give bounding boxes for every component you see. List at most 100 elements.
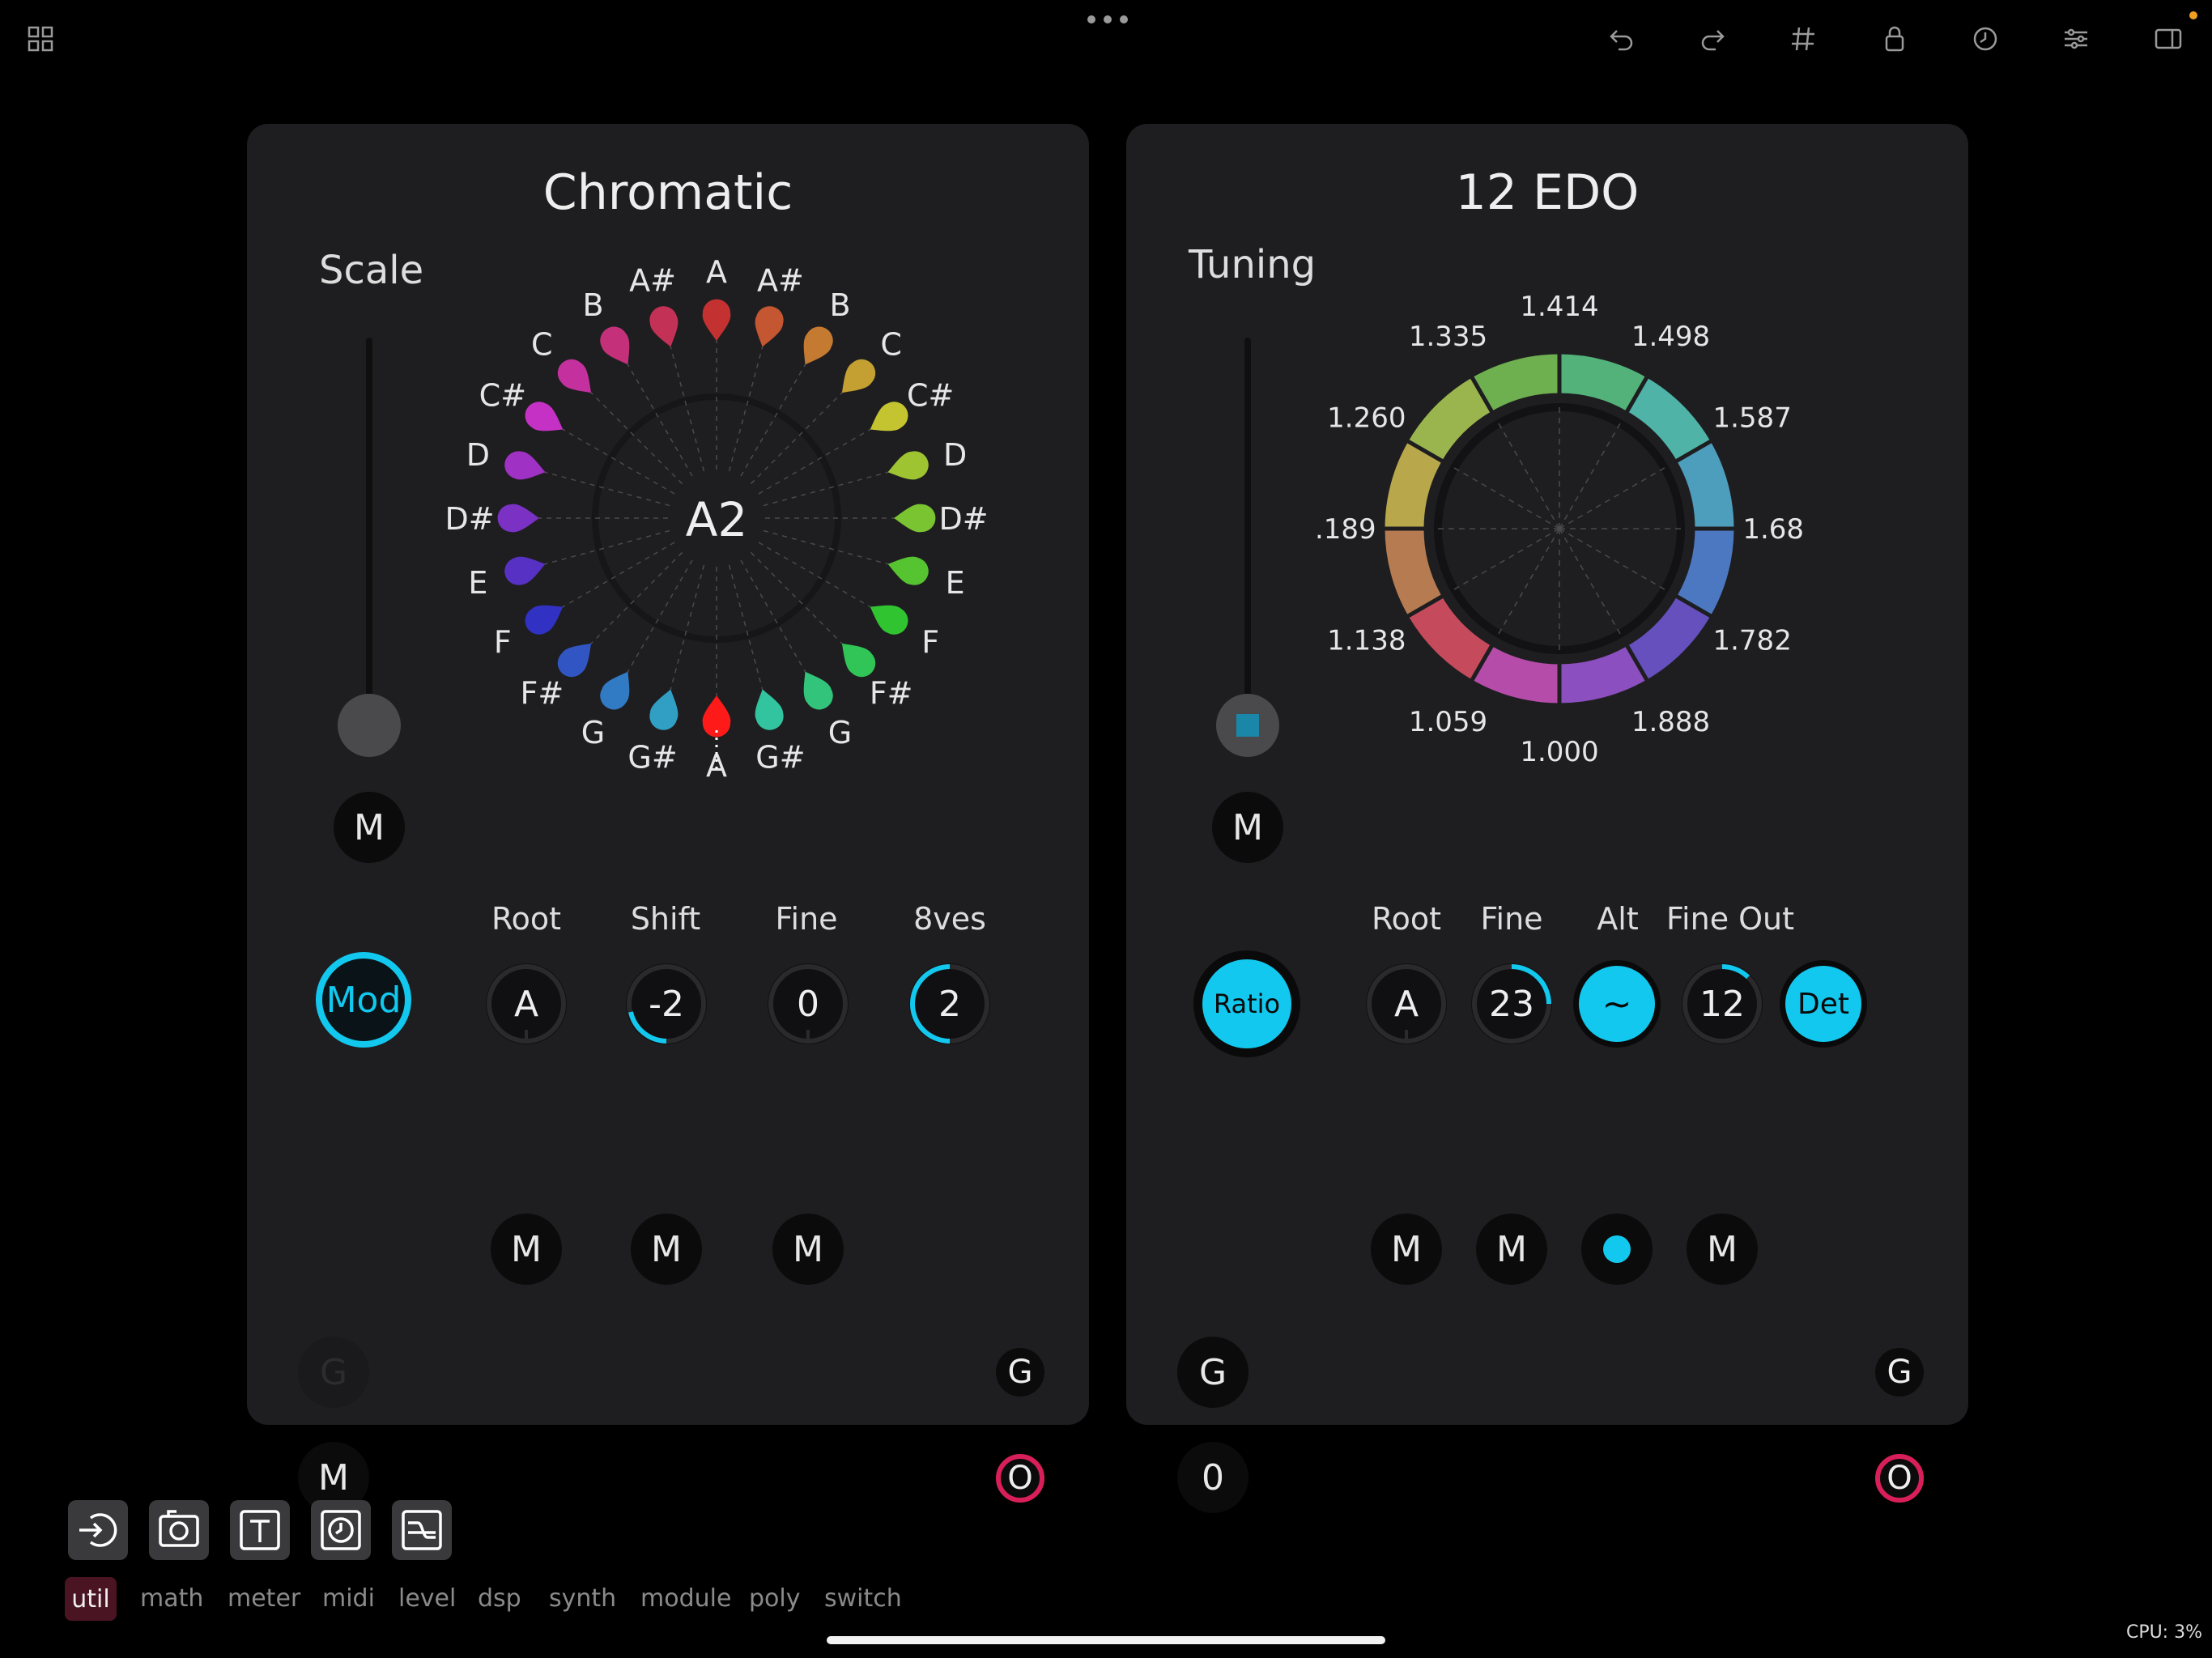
category-meter-tab[interactable]: meter	[228, 1584, 300, 1613]
lock-icon[interactable]	[1878, 23, 1911, 55]
note-label: E	[468, 565, 487, 601]
redo-icon[interactable]	[1696, 23, 1729, 55]
category-math-tab[interactable]: math	[140, 1584, 203, 1613]
fine-mod-button[interactable]: M	[1476, 1214, 1547, 1285]
note-petal[interactable]	[894, 504, 936, 533]
category-switch-tab[interactable]: switch	[824, 1584, 902, 1613]
shift-mod-button[interactable]: M	[631, 1214, 702, 1285]
sidebar-icon[interactable]	[2152, 23, 2184, 55]
scale-mod-button[interactable]: M	[334, 792, 405, 863]
more-icon[interactable]	[1085, 10, 1130, 29]
mod-label: Mod	[325, 979, 402, 1021]
ratio-label: Ratio	[1213, 988, 1281, 1019]
root-knob[interactable]: A	[1363, 960, 1450, 1048]
undo-icon[interactable]	[1606, 23, 1638, 55]
note-petal[interactable]	[646, 303, 684, 351]
root-knob-value: A	[1393, 983, 1419, 1025]
output-button[interactable]: O	[1875, 1454, 1924, 1503]
category-synth-tab[interactable]: synth	[549, 1584, 616, 1613]
shift-knob-value: -2	[649, 983, 684, 1025]
tuning-ratio-ring[interactable]: 1.414 1.498 1.587 1.682 1.782 1.888 1.000 1.059…	[1317, 286, 1802, 772]
note-label: F	[494, 625, 512, 661]
note-label: C	[531, 326, 553, 362]
tuning-slider-knob[interactable]	[1216, 694, 1279, 757]
note-petal[interactable]	[501, 551, 549, 589]
root-knob[interactable]: A	[483, 960, 570, 1048]
scale-slider-knob[interactable]	[338, 694, 401, 757]
alt-value: ~	[1602, 983, 1632, 1025]
fine-knob-label: Fine	[775, 901, 838, 937]
category-module-tab[interactable]: module	[640, 1584, 731, 1613]
octaves-knob[interactable]: 2	[906, 960, 993, 1048]
camera-module-button[interactable]	[149, 1500, 209, 1560]
note-petal[interactable]	[520, 397, 570, 442]
note-petal[interactable]	[863, 595, 913, 640]
category-poly-tab[interactable]: poly	[749, 1584, 801, 1613]
gate-input-button-disabled[interactable]: G	[298, 1337, 369, 1408]
category-dsp-tab[interactable]: dsp	[478, 1584, 521, 1613]
note-petal[interactable]	[749, 303, 787, 351]
gate-output-button[interactable]: G	[996, 1348, 1044, 1397]
output-button[interactable]: O	[996, 1454, 1044, 1503]
shift-knob[interactable]: -2	[623, 960, 710, 1048]
det-toggle-button[interactable]: Det	[1780, 960, 1867, 1048]
note-petal[interactable]	[793, 665, 839, 715]
note-label: E	[946, 565, 965, 601]
alt-gate-button[interactable]	[1581, 1214, 1653, 1285]
note-petal[interactable]	[595, 321, 640, 372]
note-petal[interactable]	[884, 551, 932, 589]
ratio-button[interactable]: Ratio	[1193, 950, 1300, 1057]
octaves-knob-value: 2	[938, 983, 961, 1025]
module-title: Chromatic	[542, 164, 793, 221]
curve-module-button[interactable]	[392, 1500, 452, 1560]
mod-button[interactable]: Mod	[316, 952, 411, 1048]
note-petal[interactable]	[863, 397, 913, 442]
ratio-label: 1.682	[1742, 513, 1802, 546]
fine-out-knob[interactable]: 12	[1678, 960, 1766, 1048]
scale-module-panel: Chromatic Scale M A A# B C C# D D# E F F# G G# A G# G F…	[247, 124, 1089, 1513]
category-level-tab[interactable]: level	[398, 1584, 456, 1613]
text-module-button[interactable]	[230, 1500, 290, 1560]
root-mod-button[interactable]: M	[1371, 1214, 1442, 1285]
note-petal[interactable]	[646, 686, 684, 733]
tuning-slider-track[interactable]	[1244, 338, 1251, 726]
fine-out-knob-value: 12	[1699, 983, 1745, 1025]
root-mod-button[interactable]: M	[491, 1214, 562, 1285]
alt-toggle-button[interactable]: ~	[1573, 960, 1661, 1048]
note-petal[interactable]	[497, 504, 539, 533]
note-petal[interactable]	[501, 448, 549, 486]
sliders-icon[interactable]	[2060, 23, 2092, 55]
grid-icon[interactable]	[24, 23, 57, 55]
note-petal[interactable]	[884, 448, 932, 486]
category-midi-tab[interactable]: midi	[322, 1584, 375, 1613]
fine-knob[interactable]: 23	[1468, 960, 1555, 1048]
gate-input-button[interactable]: G	[1177, 1337, 1249, 1408]
fine-knob[interactable]: 0	[764, 960, 852, 1048]
hash-icon[interactable]	[1787, 23, 1819, 55]
input-module-button[interactable]	[68, 1500, 128, 1560]
note-label: D#	[445, 501, 495, 537]
tuning-mod-button[interactable]: M	[1212, 792, 1283, 863]
note-petal[interactable]	[520, 595, 570, 640]
note-petal[interactable]	[702, 299, 731, 341]
gate-output-button[interactable]: G	[1875, 1348, 1924, 1397]
clock-module-button[interactable]	[311, 1500, 371, 1560]
note-label: B	[582, 287, 603, 323]
output-label: O	[1007, 1460, 1033, 1497]
note-petal[interactable]	[552, 354, 602, 403]
fine-mod-button[interactable]: M	[772, 1214, 844, 1285]
note-petal[interactable]	[793, 321, 839, 372]
note-petal[interactable]	[832, 354, 882, 403]
scale-slider-track[interactable]	[366, 338, 372, 726]
fine-out-mod-button[interactable]: M	[1687, 1214, 1758, 1285]
fine-knob-value: 23	[1489, 983, 1534, 1025]
chromatic-note-wheel[interactable]: A A#BCC#DD#EFF#GG#AG#GF#FED#DC#CBA#A2	[445, 247, 988, 789]
note-petal[interactable]	[749, 686, 787, 733]
note-petal[interactable]	[595, 665, 640, 715]
category-util-tab[interactable]: util	[65, 1577, 117, 1621]
note-label: G	[828, 715, 852, 750]
note-label: C#	[479, 378, 526, 414]
input-zero-button[interactable]: 0	[1177, 1442, 1249, 1513]
note-label: D	[943, 437, 967, 473]
clock-icon[interactable]	[1969, 23, 2001, 55]
